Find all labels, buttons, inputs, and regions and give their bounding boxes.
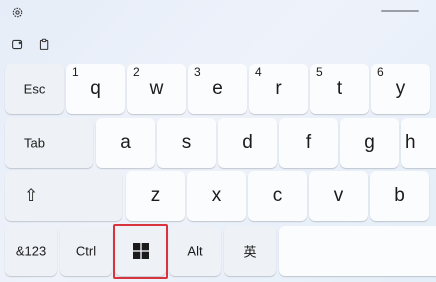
key-q-label: q	[90, 78, 101, 99]
key-a-label: a	[120, 132, 131, 153]
key-v-label: v	[333, 185, 344, 206]
touch-keyboard-panel: Esc 1 q 2 w 3 e 4 r 5 t 6 y Tab a s d f …	[0, 0, 436, 282]
key-f-label: f	[305, 132, 312, 153]
key-z[interactable]: z	[126, 171, 185, 221]
minimize-handle[interactable]	[381, 10, 419, 12]
key-t-label: t	[336, 78, 343, 99]
key-y-number: 6	[377, 65, 384, 79]
key-e[interactable]: 3 e	[188, 64, 247, 114]
key-w[interactable]: 2 w	[127, 64, 186, 114]
alt-key[interactable]: Alt	[169, 226, 221, 276]
sticker-icon[interactable]	[9, 36, 25, 52]
key-w-number: 2	[133, 65, 140, 79]
key-x-label: x	[211, 185, 222, 206]
shift-key[interactable]: ⇧	[5, 171, 122, 221]
key-d[interactable]: d	[218, 118, 277, 168]
key-b-label: b	[394, 185, 405, 206]
key-y-label: y	[395, 78, 406, 99]
key-c[interactable]: c	[248, 171, 307, 221]
key-h[interactable]: h	[401, 118, 436, 168]
ime-toggle-key[interactable]: 英	[224, 226, 276, 276]
key-x[interactable]: x	[187, 171, 246, 221]
key-a[interactable]: a	[96, 118, 155, 168]
space-key[interactable]	[279, 226, 436, 276]
key-d-label: d	[242, 132, 253, 153]
ctrl-key[interactable]: Ctrl	[60, 226, 112, 276]
key-c-label: c	[272, 185, 283, 206]
key-s-label: s	[181, 132, 192, 153]
key-q-number: 1	[72, 65, 79, 79]
key-g-label: g	[364, 132, 375, 153]
tab-key[interactable]: Tab	[5, 118, 93, 168]
ime-toggle-label: 英	[243, 244, 257, 260]
key-v[interactable]: v	[309, 171, 368, 221]
key-b[interactable]: b	[370, 171, 429, 221]
esc-key-label: Esc	[23, 81, 46, 97]
key-t[interactable]: 5 t	[310, 64, 369, 114]
windows-key[interactable]	[115, 226, 166, 276]
key-e-label: e	[212, 78, 223, 99]
key-h-label: h	[405, 132, 416, 153]
key-r[interactable]: 4 r	[249, 64, 308, 114]
key-f[interactable]: f	[279, 118, 338, 168]
key-e-number: 3	[194, 65, 201, 79]
key-y[interactable]: 6 y	[371, 64, 430, 114]
windows-logo-icon	[115, 243, 166, 259]
alt-key-label: Alt	[187, 243, 203, 259]
key-r-label: r	[275, 78, 282, 99]
shift-arrow-icon: ⇧	[24, 186, 39, 205]
key-r-number: 4	[255, 65, 262, 79]
key-w-label: w	[149, 78, 164, 99]
clipboard-icon[interactable]	[36, 36, 52, 52]
ctrl-key-label: Ctrl	[75, 243, 97, 259]
key-t-number: 5	[316, 65, 323, 79]
symbols-key-label: &123	[15, 243, 47, 259]
key-q[interactable]: 1 q	[66, 64, 125, 114]
key-s[interactable]: s	[157, 118, 216, 168]
tab-key-label: Tab	[24, 135, 45, 151]
gear-icon[interactable]	[9, 4, 25, 20]
key-g[interactable]: g	[340, 118, 399, 168]
symbols-key[interactable]: &123	[5, 226, 57, 276]
key-z-label: z	[150, 185, 161, 206]
esc-key[interactable]: Esc	[5, 64, 64, 114]
